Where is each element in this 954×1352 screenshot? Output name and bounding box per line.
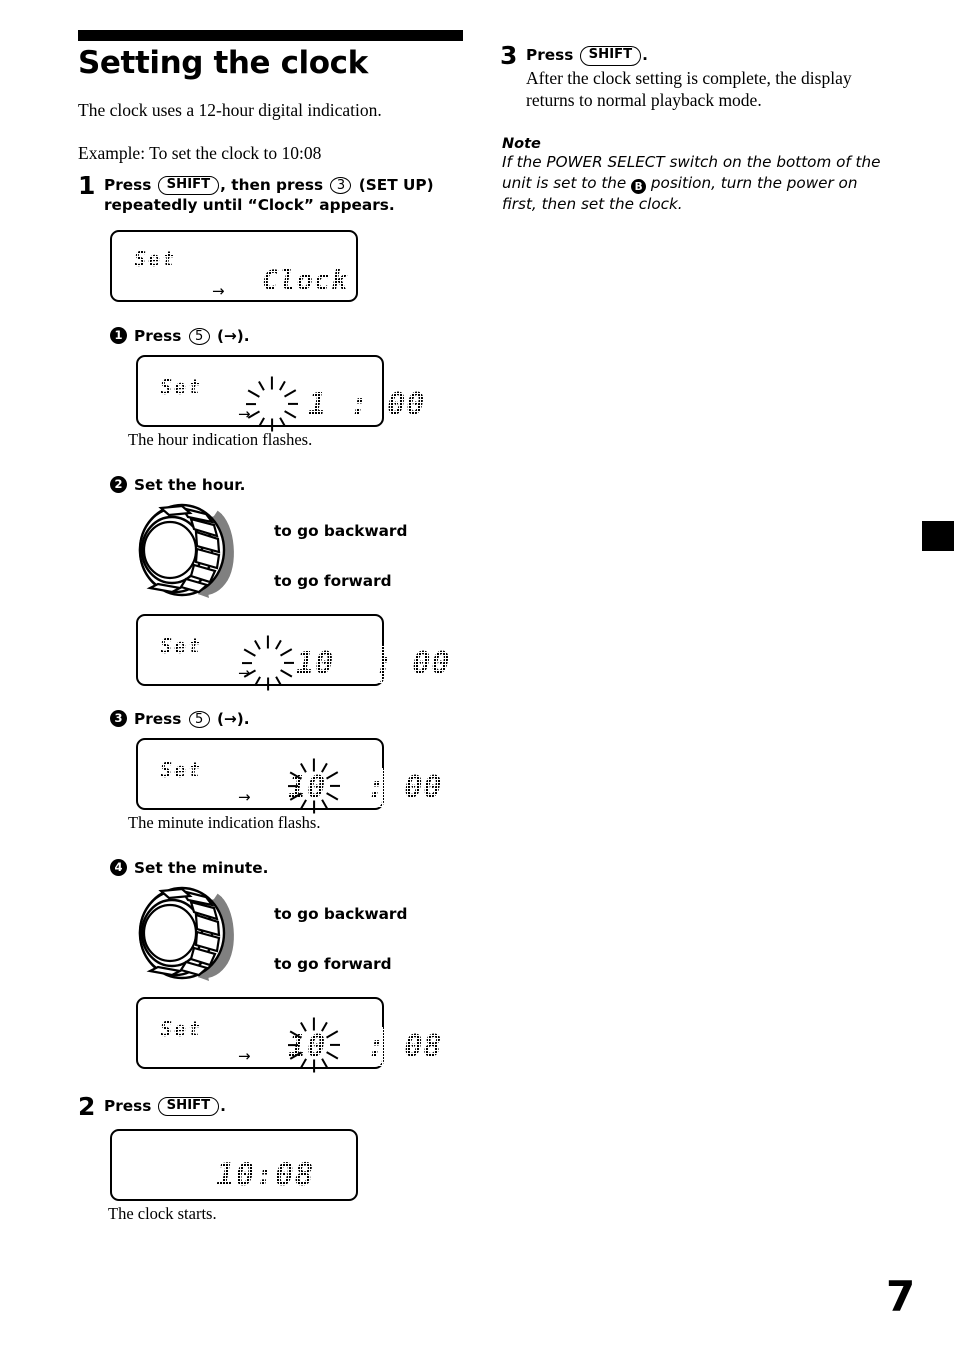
shift-key[interactable]: SHIFT <box>157 1096 220 1117</box>
step-3-text-post: . <box>642 46 648 64</box>
lcd-set-label: Set <box>157 372 205 401</box>
power-select-b-badge: B <box>631 179 647 195</box>
caption-clock-starts: The clock starts. <box>108 1203 217 1223</box>
step-3-number: 3 <box>500 41 518 70</box>
title-rule <box>78 30 463 41</box>
note-text: If the POWER SELECT switch on the bottom… <box>502 152 890 214</box>
lcd-separator: : <box>373 643 397 683</box>
number-key-5-b[interactable]: 5 <box>188 710 210 728</box>
lcd-display-minute-set: Set 10 : 08 → <box>136 996 445 1073</box>
step-1-text-pre: Press <box>104 175 152 194</box>
page-title: Setting the clock <box>78 45 368 81</box>
lcd-hour-value: 10 <box>286 767 329 807</box>
substep-3-text-pre: Press <box>134 709 182 728</box>
substep-4-number: 4 <box>110 859 127 877</box>
lcd-separator: : <box>348 384 372 424</box>
substep-1-number: 1 <box>110 327 127 345</box>
lcd-display-final: 10:08 <box>110 1128 358 1201</box>
rotary-dial-icon[interactable] <box>136 500 246 600</box>
dial-illustration-minute: to go backward to go forward <box>136 883 468 983</box>
lcd-minute-value: 00 <box>410 643 453 683</box>
lcd-arrow-icon: → <box>238 404 251 423</box>
lcd-set-label: Set <box>131 244 179 273</box>
step-3: 3 Press SHIFT. After the clock setting i… <box>500 42 890 112</box>
step-2-body: Press SHIFT. <box>104 1093 226 1117</box>
caption-minute-flashes: The minute indication flashs. <box>128 812 321 832</box>
dial-forward-label: to go forward <box>274 571 392 590</box>
lcd-hour-value: 10 <box>286 1026 329 1066</box>
lcd-arrow-icon: → <box>238 1046 251 1065</box>
step-1: 1 Press SHIFT, then press 3 (SET UP) rep… <box>78 172 468 216</box>
lcd-hour-value: 1 <box>306 384 330 424</box>
step-2-number: 2 <box>78 1091 96 1121</box>
substep-3-label: Press 5 (→). <box>134 710 250 728</box>
lcd-hour-value: 10 <box>294 643 337 683</box>
lcd-final-value: 10:08 <box>213 1154 317 1195</box>
lcd-minute-value: 00 <box>385 384 428 424</box>
step-1-number: 1 <box>78 170 96 200</box>
intro-text: The clock uses a 12-hour digital indicat… <box>78 99 382 120</box>
lcd-arrow-icon: → <box>238 663 251 682</box>
lcd-set-label: Set <box>157 631 205 660</box>
substep-1-text-pre: Press <box>134 326 182 345</box>
substep-4-label: Set the minute. <box>134 858 269 877</box>
lcd-arrow-icon: → <box>212 281 225 300</box>
caption-hour-flashes: The hour indication flashes. <box>128 429 313 449</box>
step-2-text-pre: Press <box>104 1096 152 1115</box>
note-heading: Note <box>502 136 541 153</box>
lcd-set-label: Set <box>157 755 205 784</box>
step-1-text-mid: , then press <box>220 175 324 194</box>
manual-page: Setting the clock The clock uses a 12-ho… <box>0 0 954 1352</box>
shift-key[interactable]: SHIFT <box>157 175 220 196</box>
step-3-description: After the clock setting is complete, the… <box>526 67 852 111</box>
number-key-3[interactable]: 3 <box>330 176 352 194</box>
dial-backward-label: to go backward <box>274 904 408 923</box>
left-column: Setting the clock The clock uses a 12-ho… <box>78 30 468 1224</box>
lcd-set-label: Set <box>157 1014 205 1043</box>
lcd-display-hour-flash: Set 1 : 00 → <box>136 354 428 432</box>
substep-3-text-post: (→). <box>217 709 250 728</box>
step-2-text-post: . <box>220 1096 226 1115</box>
dial-backward-label: to go backward <box>274 521 408 540</box>
section-tab-marker <box>922 521 954 551</box>
substep-4: 4 Set the minute. <box>110 859 468 877</box>
lcd-minute-value: 08 <box>402 1026 445 1066</box>
lcd-display-clock: Set Clock → <box>110 229 358 302</box>
lcd-display-hour-set: Set 10 : 00 → <box>136 613 453 691</box>
page-number: 7 <box>886 1272 916 1321</box>
step-3-body: Press SHIFT. After the clock setting is … <box>526 42 890 112</box>
step-3-text-pre: Press <box>526 46 574 64</box>
lcd-minute-value: 00 <box>402 767 445 807</box>
substep-3-number: 3 <box>110 710 127 728</box>
example-text: Example: To set the clock to 10:08 <box>78 142 322 163</box>
lcd-arrow-icon: → <box>238 787 251 806</box>
dial-illustration-hour: to go backward to go forward <box>136 500 468 600</box>
substep-3: 3 Press 5 (→). <box>110 710 468 728</box>
substep-2-number: 2 <box>110 476 127 494</box>
substep-2-label: Set the hour. <box>134 475 246 494</box>
rotary-dial-icon[interactable] <box>136 883 246 983</box>
number-key-5-a[interactable]: 5 <box>188 327 210 345</box>
substep-1-label: Press 5 (→). <box>134 327 250 345</box>
note-block: Note If the POWER SELECT switch on the b… <box>502 136 890 214</box>
substep-1: 1 Press 5 (→). <box>110 327 468 345</box>
lcd-separator: : <box>365 1026 389 1066</box>
dial-forward-label: to go forward <box>274 954 392 973</box>
shift-key[interactable]: SHIFT <box>579 46 642 66</box>
lcd-clock-value: Clock <box>260 262 351 298</box>
step-1-line2: repeatedly until “Clock” appears. <box>104 196 395 215</box>
substep-2: 2 Set the hour. <box>110 476 468 494</box>
substep-1-text-post: (→). <box>217 326 250 345</box>
step-1-text-post: (SET UP) <box>358 175 434 194</box>
lcd-display-minute-flash: Set 10 : 00 → <box>136 737 445 814</box>
step-1-body: Press SHIFT, then press 3 (SET UP) repea… <box>104 172 434 216</box>
right-column: 3 Press SHIFT. After the clock setting i… <box>500 38 890 215</box>
lcd-separator: : <box>365 767 389 807</box>
step-2: 2 Press SHIFT. <box>78 1093 468 1119</box>
